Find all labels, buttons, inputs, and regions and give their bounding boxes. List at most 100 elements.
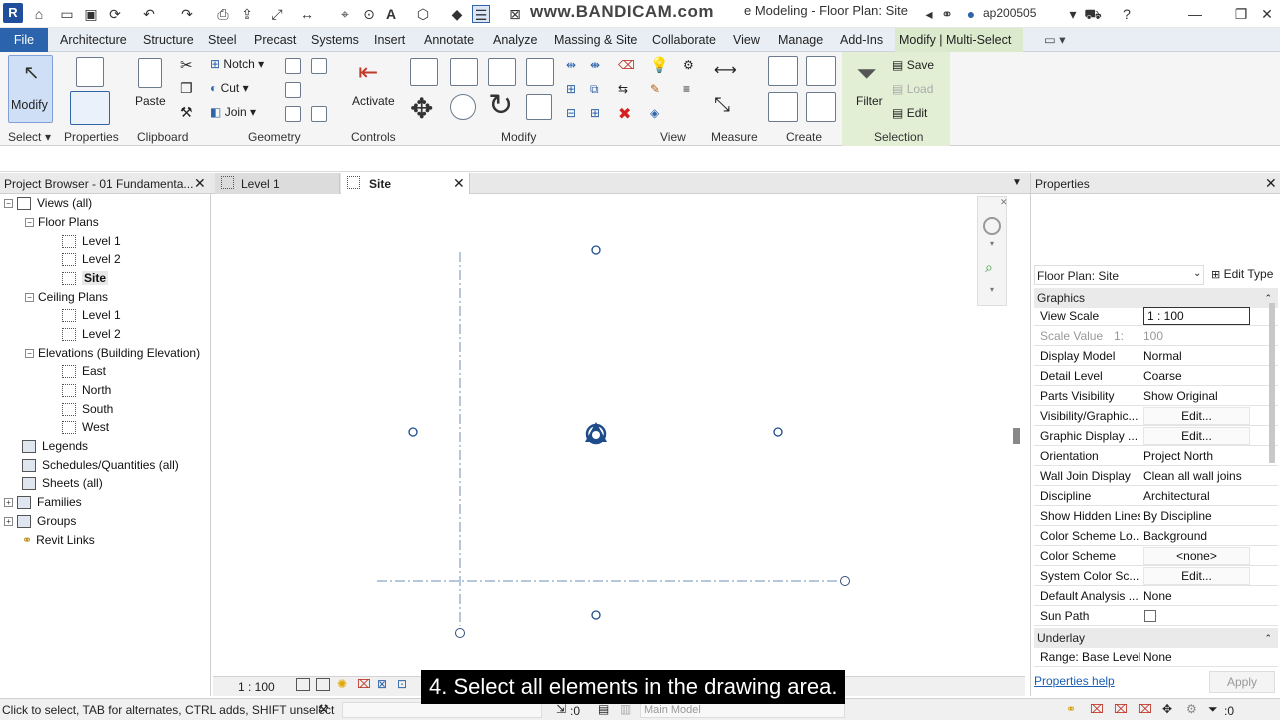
wall-join-icon[interactable]	[285, 82, 301, 98]
tab-manage[interactable]: Manage	[774, 28, 827, 52]
properties-scrollbar-thumb[interactable]	[1269, 303, 1275, 463]
filter-status-icon[interactable]: ⏷	[1208, 702, 1218, 717]
collapse-icon[interactable]: −	[25, 349, 34, 359]
text-icon[interactable]: ⊙	[360, 5, 378, 23]
thin-lines-icon[interactable]: ☰	[472, 5, 490, 23]
redo-icon[interactable]: ↷	[178, 5, 196, 23]
drawing-area[interactable]: ✕ ▾ ⌕ ▾	[213, 194, 1025, 696]
activate-button[interactable]: Activate	[352, 94, 395, 108]
tree-fp-level-2[interactable]: Level 2	[62, 250, 121, 268]
export-icon[interactable]: ⇪	[238, 5, 256, 23]
prop-visibility-graphics[interactable]: Visibility/Graphic... Edit...	[1034, 406, 1278, 426]
tab-level-1[interactable]: Level 1	[215, 173, 340, 194]
select-by-face-icon[interactable]: ⌧	[1138, 702, 1152, 716]
view-scale-control[interactable]: 1 : 100	[238, 680, 275, 694]
mirror-draw-icon[interactable]	[526, 58, 554, 86]
tree-north[interactable]: North	[62, 381, 111, 399]
prop-display-model[interactable]: Display Model Normal	[1034, 346, 1278, 366]
tree-ceiling-plans[interactable]: − Ceiling Plans	[25, 288, 108, 306]
user-icon[interactable]: ●	[962, 5, 980, 23]
dimension-icon[interactable]: ↔	[298, 5, 316, 23]
elevation-marker-west[interactable]	[408, 427, 418, 437]
prop-value[interactable]: Clean all wall joins	[1143, 466, 1250, 486]
tab-file[interactable]: File	[0, 28, 48, 52]
view-list-icon[interactable]: ≡	[683, 82, 690, 96]
tab-site[interactable]: Site ✕	[341, 173, 470, 195]
sun-path-icon[interactable]: ✺	[337, 677, 347, 691]
collapse-section-icon[interactable]: ⌃	[1264, 628, 1272, 648]
delete-icon[interactable]: ✖	[618, 104, 631, 124]
elevation-marker-east[interactable]	[773, 427, 783, 437]
tree-fp-site[interactable]: Site	[62, 269, 109, 287]
paste-button[interactable]: Paste	[135, 94, 166, 108]
prop-color-scheme[interactable]: Color Scheme <none>	[1034, 546, 1278, 566]
type-properties-icon[interactable]	[76, 57, 104, 87]
tree-families[interactable]: + Families	[4, 493, 82, 511]
prop-value[interactable]: None	[1143, 586, 1250, 606]
tab-steel[interactable]: Steel	[204, 28, 241, 52]
prop-range-base-level[interactable]: Range: Base Level None	[1034, 647, 1278, 667]
edit-system-color-button[interactable]: Edit...	[1143, 567, 1250, 585]
type-selector[interactable]: Floor Plan: Site ⌄	[1034, 265, 1204, 285]
edit-graphic-display-button[interactable]: Edit...	[1143, 427, 1250, 445]
copy-element-icon[interactable]	[450, 94, 476, 120]
offset-icon[interactable]	[450, 58, 478, 86]
prop-value[interactable]: Background	[1143, 526, 1250, 546]
activate-icon[interactable]: ⇤	[358, 58, 388, 88]
shadows-icon[interactable]: ⌧	[357, 677, 371, 691]
editable-icon[interactable]: ⇲	[556, 702, 566, 716]
design-option-icon[interactable]: ▥	[620, 702, 631, 716]
elevation-marker-south[interactable]	[591, 610, 601, 620]
zoom-region-icon[interactable]: ⌕	[985, 259, 993, 276]
close-properties-icon[interactable]: ✕	[1265, 175, 1277, 192]
tab-systems[interactable]: Systems	[307, 28, 363, 52]
minimize-icon[interactable]: —	[1186, 5, 1204, 23]
split-icon[interactable]: ⇹	[566, 58, 576, 72]
prop-discipline[interactable]: Discipline Architectural	[1034, 486, 1278, 506]
collapse-icon[interactable]: −	[4, 199, 13, 209]
match-properties-icon[interactable]: ⚒	[180, 104, 193, 121]
design-option-select[interactable]: Main Model	[640, 702, 845, 718]
demolish-icon[interactable]	[285, 106, 301, 122]
close-hidden-icon[interactable]: ⊠	[506, 5, 524, 23]
section-underlay[interactable]: Underlay ⌃	[1034, 628, 1278, 648]
filter-button[interactable]: Filter	[856, 94, 883, 108]
search-arrow-icon[interactable]: ◂	[920, 5, 938, 23]
tab-analyze[interactable]: Analyze	[489, 28, 541, 52]
tree-elevations[interactable]: − Elevations (Building Elevation)	[25, 344, 200, 362]
filter-icon[interactable]: ⏷	[856, 58, 877, 90]
prop-value[interactable]: Architectural	[1143, 486, 1250, 506]
expand-icon[interactable]: +	[4, 517, 13, 527]
prop-value[interactable]: Normal	[1143, 346, 1250, 366]
tree-west[interactable]: West	[62, 418, 109, 436]
join-button[interactable]: ◧ Join ▾	[210, 105, 256, 119]
prop-system-color[interactable]: System Color Sc... Edit...	[1034, 566, 1278, 586]
tree-south[interactable]: South	[62, 400, 113, 418]
tree-fp-level-1[interactable]: Level 1	[62, 232, 121, 250]
tab-massing-site[interactable]: Massing & Site	[550, 28, 641, 52]
tree-schedules[interactable]: Schedules/Quantities (all)	[22, 456, 179, 474]
section-icon[interactable]: ◆	[448, 5, 466, 23]
cut-button[interactable]: ◐ Cut ▾	[210, 81, 249, 95]
tree-sheets[interactable]: Sheets (all)	[22, 474, 103, 492]
tab-view[interactable]: View	[729, 28, 764, 52]
close-navbar-icon[interactable]: ✕	[1000, 197, 1008, 208]
show-crop-icon[interactable]: ⊡	[397, 677, 407, 691]
panel-select-label[interactable]: Select	[8, 130, 41, 144]
expand-icon[interactable]: +	[4, 498, 13, 508]
home-icon[interactable]: ⌂	[30, 5, 48, 23]
tab-annotate[interactable]: Annotate	[420, 28, 478, 52]
view-scale-field[interactable]: 1 : 100	[1143, 307, 1250, 325]
crop-view-icon[interactable]: ⊠	[377, 677, 387, 691]
select-pinned-icon[interactable]: ⌧	[1114, 702, 1128, 716]
prop-value[interactable]: Project North	[1143, 446, 1250, 466]
save-icon[interactable]: ▣	[82, 5, 100, 23]
prop-value[interactable]: Coarse	[1143, 366, 1250, 386]
user-name[interactable]: ap200505	[983, 6, 1036, 20]
tree-legends[interactable]: Legends	[22, 437, 88, 455]
create-parts-icon[interactable]	[806, 56, 836, 86]
tree-groups[interactable]: + Groups	[4, 512, 76, 530]
site-plan-drawing[interactable]	[213, 194, 1025, 696]
paste-icon[interactable]	[138, 58, 162, 88]
trim-icon[interactable]	[526, 94, 552, 120]
